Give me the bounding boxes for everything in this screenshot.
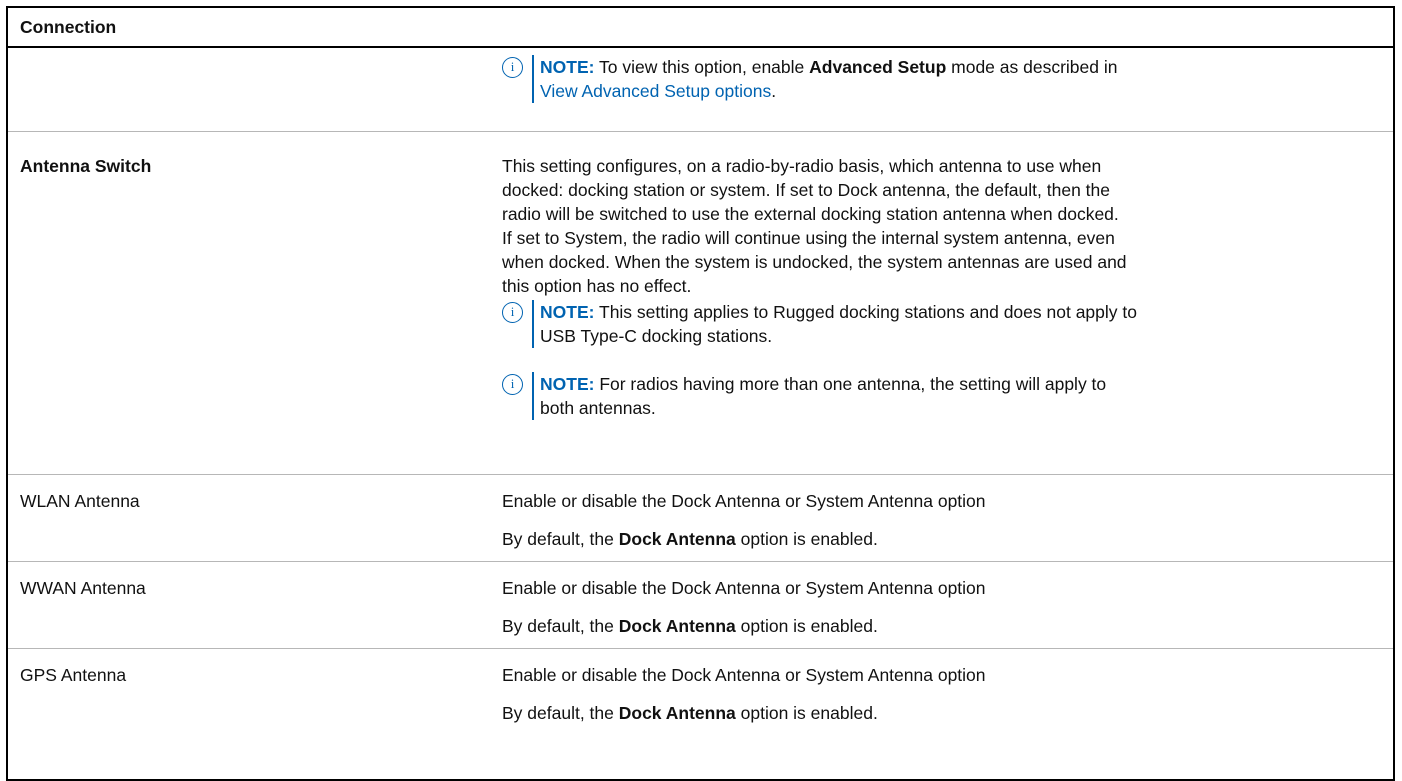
note-text: For radios having more than one antenna,…	[594, 374, 1107, 394]
wwan-antenna-description: Enable or disable the Dock Antenna or Sy…	[502, 576, 1382, 638]
note-text-mid: mode as described in	[946, 57, 1118, 77]
desc-line: Enable or disable the Dock Antenna or Sy…	[502, 578, 986, 598]
info-icon: i	[502, 57, 523, 78]
note-text: USB Type-C docking stations.	[540, 326, 773, 346]
table-row: WLAN Antenna Enable or disable the Dock …	[8, 475, 1393, 562]
table-row: Antenna Switch This setting configures, …	[8, 132, 1393, 475]
connection-table: Connection i NOTE: To view this option, …	[6, 6, 1395, 781]
note-label: NOTE:	[540, 374, 595, 394]
desc-line: Enable or disable the Dock Antenna or Sy…	[502, 665, 986, 685]
note-text-pre: To view this option, enable	[594, 57, 810, 77]
note-text-post: .	[771, 81, 777, 101]
table-header: Connection	[8, 8, 1393, 48]
note-label: NOTE:	[540, 57, 595, 77]
desc-line: If set to System, the radio will continu…	[502, 228, 1115, 248]
default-line: By default, the Dock Antenna option is e…	[502, 703, 878, 723]
advanced-setup-note: i NOTE: To view this option, enable Adva…	[502, 55, 1382, 103]
wwan-antenna-label: WWAN Antenna	[20, 578, 146, 598]
table-row: i NOTE: To view this option, enable Adva…	[8, 48, 1393, 132]
info-icon: i	[502, 302, 523, 323]
rugged-dock-note: i NOTE: This setting applies to Rugged d…	[502, 300, 1382, 348]
desc-line: This setting configures, on a radio-by-r…	[502, 156, 1102, 176]
gps-antenna-description: Enable or disable the Dock Antenna or Sy…	[502, 663, 1382, 725]
note-bold: Advanced Setup	[809, 57, 947, 77]
multi-antenna-note: i NOTE: For radios having more than one …	[502, 372, 1382, 420]
note-bar	[532, 372, 534, 420]
default-line: By default, the Dock Antenna option is e…	[502, 616, 878, 636]
table-row: GPS Antenna Enable or disable the Dock A…	[8, 649, 1393, 779]
wlan-antenna-label: WLAN Antenna	[20, 491, 140, 511]
note-block: i NOTE: To view this option, enable Adva…	[502, 55, 1382, 103]
desc-line: docked: docking station or system. If se…	[502, 180, 1110, 200]
view-advanced-setup-link[interactable]: View Advanced Setup options	[540, 81, 771, 101]
antenna-switch-description: This setting configures, on a radio-by-r…	[502, 154, 1382, 420]
wlan-antenna-description: Enable or disable the Dock Antenna or Sy…	[502, 489, 1382, 551]
note-label: NOTE:	[540, 302, 595, 322]
desc-line: Enable or disable the Dock Antenna or Sy…	[502, 491, 986, 511]
gps-antenna-label: GPS Antenna	[20, 665, 127, 685]
note-bar	[532, 55, 534, 103]
info-icon: i	[502, 374, 523, 395]
antenna-switch-label: Antenna Switch	[20, 156, 152, 176]
table-row: WWAN Antenna Enable or disable the Dock …	[8, 562, 1393, 649]
desc-line: when docked. When the system is undocked…	[502, 252, 1127, 272]
table-header-title: Connection	[20, 16, 117, 37]
note-bar	[532, 300, 534, 348]
note-text: both antennas.	[540, 398, 656, 418]
desc-line: radio will be switched to use the extern…	[502, 204, 1119, 224]
default-line: By default, the Dock Antenna option is e…	[502, 529, 878, 549]
note-text: This setting applies to Rugged docking s…	[594, 302, 1137, 322]
desc-line: this option has no effect.	[502, 276, 692, 296]
